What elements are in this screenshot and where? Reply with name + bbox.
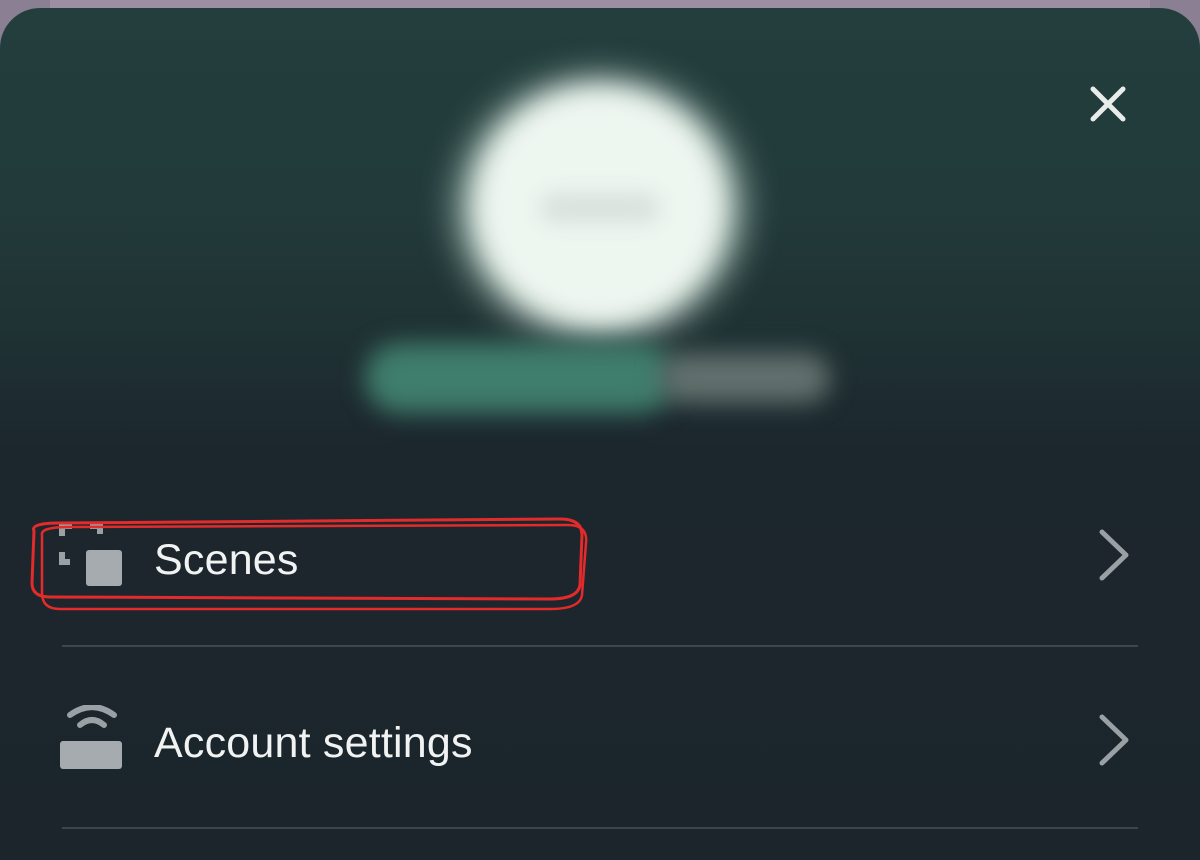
divider [62, 645, 1138, 647]
chevron-right-icon [1099, 529, 1129, 581]
scenes-icon [59, 523, 122, 586]
chevron-right-icon [1099, 714, 1129, 766]
menu-item-label: Account settings [154, 719, 473, 767]
account-sheet: Scenes Account settings [0, 8, 1200, 860]
menu-item-scenes[interactable]: Scenes [0, 490, 1200, 620]
menu-item-label: Scenes [154, 536, 299, 584]
close-button[interactable] [1082, 78, 1134, 130]
divider [62, 827, 1138, 829]
router-icon [60, 705, 122, 769]
menu-item-account-settings[interactable]: Account settings [0, 675, 1200, 805]
sheet-top-strip [50, 0, 1150, 8]
close-icon [1090, 86, 1126, 122]
